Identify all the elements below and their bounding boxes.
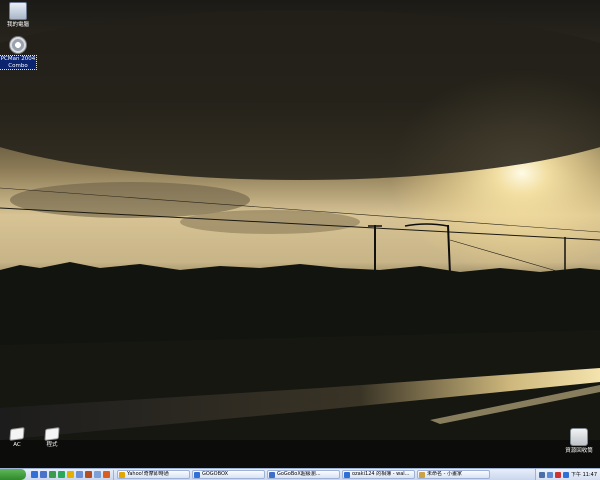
desktop-icon-label: PCMan 2004 Combo — [0, 55, 38, 70]
task-label: Yahoo!奇摩即時通 — [127, 471, 169, 477]
shortcut-icon — [9, 427, 25, 441]
show-desktop-icon[interactable] — [40, 471, 47, 478]
task-button-paint[interactable]: 未命名 - 小畫家 — [417, 470, 490, 479]
smiley-icon[interactable] — [67, 471, 74, 478]
task-label: 未命名 - 小畫家 — [427, 471, 462, 477]
media-icon[interactable] — [49, 471, 56, 478]
globe-icon[interactable] — [103, 471, 110, 478]
shield-icon[interactable] — [555, 471, 561, 478]
task-button-gogobox-browser[interactable]: GoGoBoX超級瀏... — [267, 470, 340, 479]
system-tray: 下午 11:47 — [535, 469, 600, 480]
ie-icon — [344, 471, 350, 478]
task-label: ozaki124 的相簿 - wal... — [352, 471, 410, 477]
taskbar: Yahoo!奇摩即時通 GOGOBOX GoGoBoX超級瀏... ozaki1… — [0, 468, 600, 480]
desktop-icon-programs[interactable]: 程式 — [30, 427, 74, 449]
paint-icon — [419, 471, 425, 478]
desktop-wallpaper — [0, 0, 600, 468]
app-tray-icon[interactable] — [563, 471, 569, 478]
network-icon[interactable] — [547, 471, 553, 478]
desktop-icon-label: AC — [13, 442, 21, 448]
computer-icon — [9, 2, 27, 20]
ie-icon — [194, 471, 200, 478]
yahoo-messenger-icon — [119, 471, 125, 478]
desktop-icon-my-computer[interactable]: 我的電腦 — [0, 2, 40, 29]
quick-launch — [28, 469, 114, 480]
recycle-bin-icon — [570, 428, 588, 446]
task-button-yahoo-messenger[interactable]: Yahoo!奇摩即時通 — [117, 470, 190, 479]
clock[interactable]: 下午 11:47 — [571, 471, 597, 478]
volume-icon[interactable] — [539, 471, 545, 478]
mail-icon[interactable] — [76, 471, 83, 478]
window-icon — [269, 471, 275, 478]
task-button-album[interactable]: ozaki124 的相簿 - wal... — [342, 470, 415, 479]
task-label: GoGoBoX超級瀏... — [277, 471, 321, 477]
task-button-gogobox[interactable]: GOGOBOX — [192, 470, 265, 479]
desktop-icon-recycle-bin[interactable]: 資源回收筒 — [557, 428, 600, 455]
ie-icon[interactable] — [31, 471, 38, 478]
task-label: GOGOBOX — [202, 471, 229, 477]
winamp-icon[interactable] — [85, 471, 92, 478]
pcman-icon — [9, 36, 27, 54]
msn-icon[interactable] — [58, 471, 65, 478]
desktop-icon-pcman[interactable]: PCMan 2004 Combo — [0, 36, 40, 70]
shortcut-icon — [44, 427, 60, 441]
app-icon[interactable] — [94, 471, 101, 478]
desktop-icon-label: 我的電腦 — [6, 22, 29, 28]
desktop-icon-label: 資源回收筒 — [565, 448, 593, 454]
task-buttons: Yahoo!奇摩即時通 GOGOBOX GoGoBoX超級瀏... ozaki1… — [114, 470, 535, 479]
start-button[interactable] — [0, 469, 26, 480]
desktop-icon-label: 程式 — [46, 442, 58, 448]
